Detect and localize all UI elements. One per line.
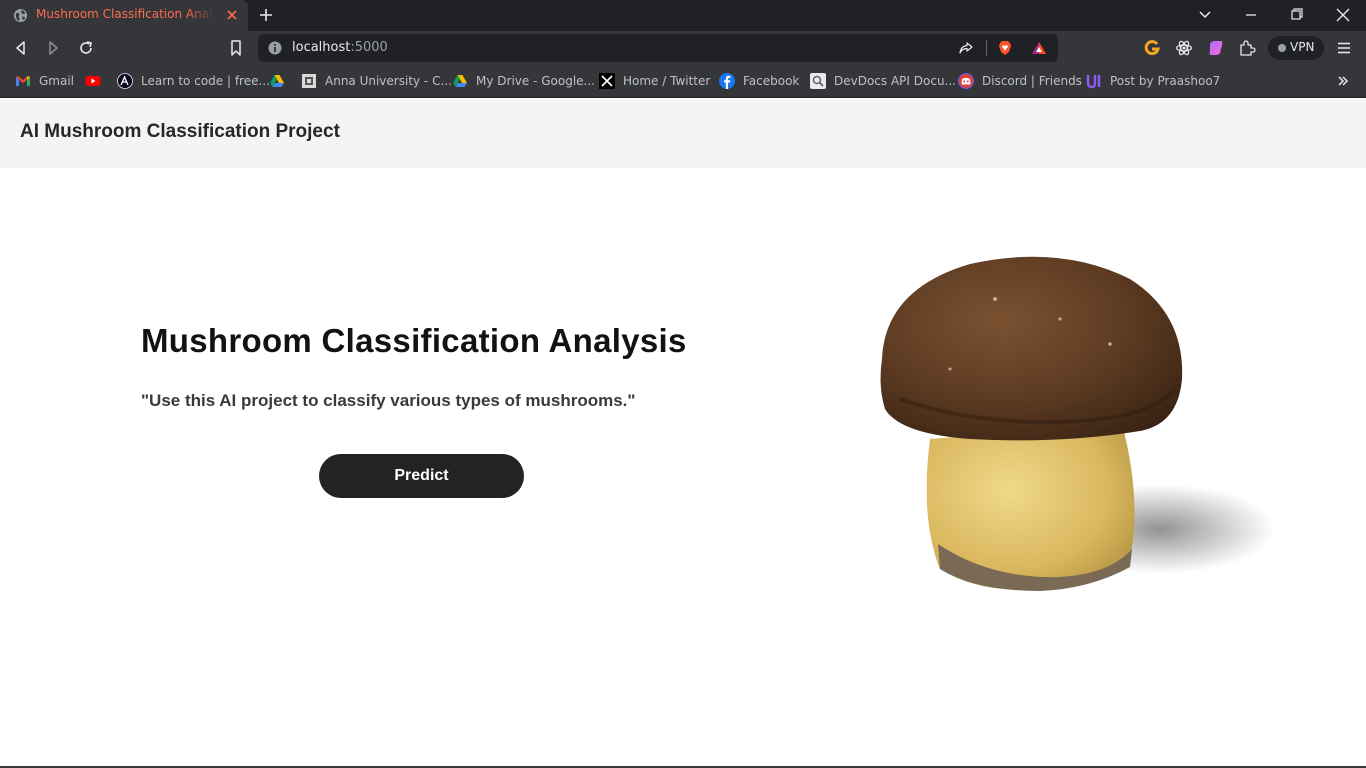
anna-university-icon bbox=[302, 74, 316, 88]
uiverse-icon bbox=[1086, 75, 1101, 89]
bookmark-anna-university[interactable]: Anna University - C... bbox=[301, 72, 452, 90]
bookmark-youtube[interactable] bbox=[85, 72, 109, 90]
freecodecamp-icon bbox=[117, 73, 133, 89]
bookmark-my-drive[interactable]: My Drive - Google... bbox=[452, 72, 595, 90]
reload-icon[interactable] bbox=[77, 39, 95, 57]
minimize-icon[interactable] bbox=[1241, 6, 1261, 24]
address-bar[interactable]: localhost:5000 bbox=[258, 34, 1058, 62]
bookmark-discord[interactable]: Discord | Friends bbox=[958, 72, 1082, 90]
web-page: AI Mushroom Classification Project Mushr… bbox=[0, 99, 1366, 768]
back-icon[interactable] bbox=[12, 39, 30, 57]
url-host: localhost bbox=[292, 40, 351, 55]
bookmark-label: Gmail bbox=[39, 74, 75, 88]
bookmark-label: My Drive - Google... bbox=[476, 74, 595, 88]
facebook-icon bbox=[719, 73, 735, 89]
restore-icon[interactable] bbox=[1287, 6, 1307, 24]
predict-button[interactable]: Predict bbox=[319, 454, 524, 498]
bookmark-label: Learn to code | free... bbox=[141, 74, 270, 88]
hero-title: Mushroom Classification Analysis bbox=[141, 322, 687, 359]
bookmark-uiverse[interactable]: Post by Praashoo7 bbox=[1086, 72, 1220, 90]
url-port: :5000 bbox=[350, 40, 388, 55]
bookmark-google-drive[interactable] bbox=[269, 72, 293, 90]
bookmark-label: Post by Praashoo7 bbox=[1110, 74, 1221, 88]
active-tab[interactable]: Mushroom Classification Analysis bbox=[0, 0, 248, 31]
site-header: AI Mushroom Classification Project bbox=[0, 99, 1366, 168]
bookmark-label: Home / Twitter bbox=[623, 74, 711, 88]
react-devtools-icon[interactable] bbox=[1175, 39, 1193, 57]
forward-icon[interactable] bbox=[44, 39, 62, 57]
hero-subtitle: "Use this AI project to classify various… bbox=[141, 391, 636, 410]
bookmark-devdocs[interactable]: DevDocs API Docu... bbox=[810, 72, 956, 90]
bookmark-label: DevDocs API Docu... bbox=[834, 74, 956, 88]
url-text[interactable]: localhost:5000 bbox=[292, 40, 388, 55]
share-icon[interactable] bbox=[958, 40, 974, 56]
vpn-button[interactable]: VPN bbox=[1268, 36, 1324, 60]
menu-icon[interactable] bbox=[1335, 39, 1353, 57]
brave-rewards-icon[interactable] bbox=[1031, 40, 1047, 56]
bookmark-facebook[interactable]: Facebook bbox=[719, 72, 799, 90]
extension-g-icon[interactable] bbox=[1143, 39, 1161, 57]
discord-icon bbox=[958, 73, 974, 89]
tab-strip: Mushroom Classification Analysis bbox=[0, 0, 1366, 31]
bookmark-label: Discord | Friends bbox=[982, 74, 1082, 88]
mushroom-image bbox=[880, 256, 1275, 591]
gmail-icon bbox=[16, 76, 30, 86]
bookmark-freecodecamp[interactable]: Learn to code | free... bbox=[117, 72, 270, 90]
site-brand[interactable]: AI Mushroom Classification Project bbox=[20, 121, 340, 143]
close-tab-icon[interactable] bbox=[225, 8, 239, 22]
tab-title: Mushroom Classification Analysis bbox=[36, 7, 214, 21]
bookmarks-bar: Gmail Learn to code | free... Anna Unive… bbox=[0, 65, 1366, 98]
extension-gradient-icon[interactable] bbox=[1207, 39, 1225, 57]
close-window-icon[interactable] bbox=[1333, 6, 1353, 24]
devdocs-icon bbox=[810, 73, 826, 89]
bookmark-page-icon[interactable] bbox=[227, 39, 245, 57]
youtube-icon bbox=[85, 76, 101, 86]
tab-search-chevron-icon[interactable] bbox=[1195, 6, 1215, 24]
omnibox-divider bbox=[986, 40, 987, 56]
site-info-icon[interactable] bbox=[268, 41, 282, 55]
more-bookmarks-chevron-icon[interactable] bbox=[1336, 74, 1350, 88]
bookmark-label: Anna University - C... bbox=[325, 74, 452, 88]
vpn-label: VPN bbox=[1290, 40, 1315, 54]
bookmark-label: Facebook bbox=[743, 74, 800, 88]
bookmark-twitter[interactable]: Home / Twitter bbox=[599, 72, 710, 90]
brave-shields-icon[interactable] bbox=[997, 40, 1013, 56]
google-drive-icon bbox=[453, 75, 467, 87]
browser-toolbar: localhost:5000 VPN bbox=[0, 31, 1366, 65]
extensions-puzzle-icon[interactable] bbox=[1238, 39, 1256, 57]
bookmark-gmail[interactable]: Gmail bbox=[15, 72, 74, 90]
x-twitter-icon bbox=[599, 73, 615, 89]
new-tab-icon[interactable] bbox=[258, 7, 274, 23]
globe-icon bbox=[13, 8, 28, 23]
google-drive-icon bbox=[270, 75, 284, 87]
vpn-status-dot bbox=[1278, 44, 1286, 52]
